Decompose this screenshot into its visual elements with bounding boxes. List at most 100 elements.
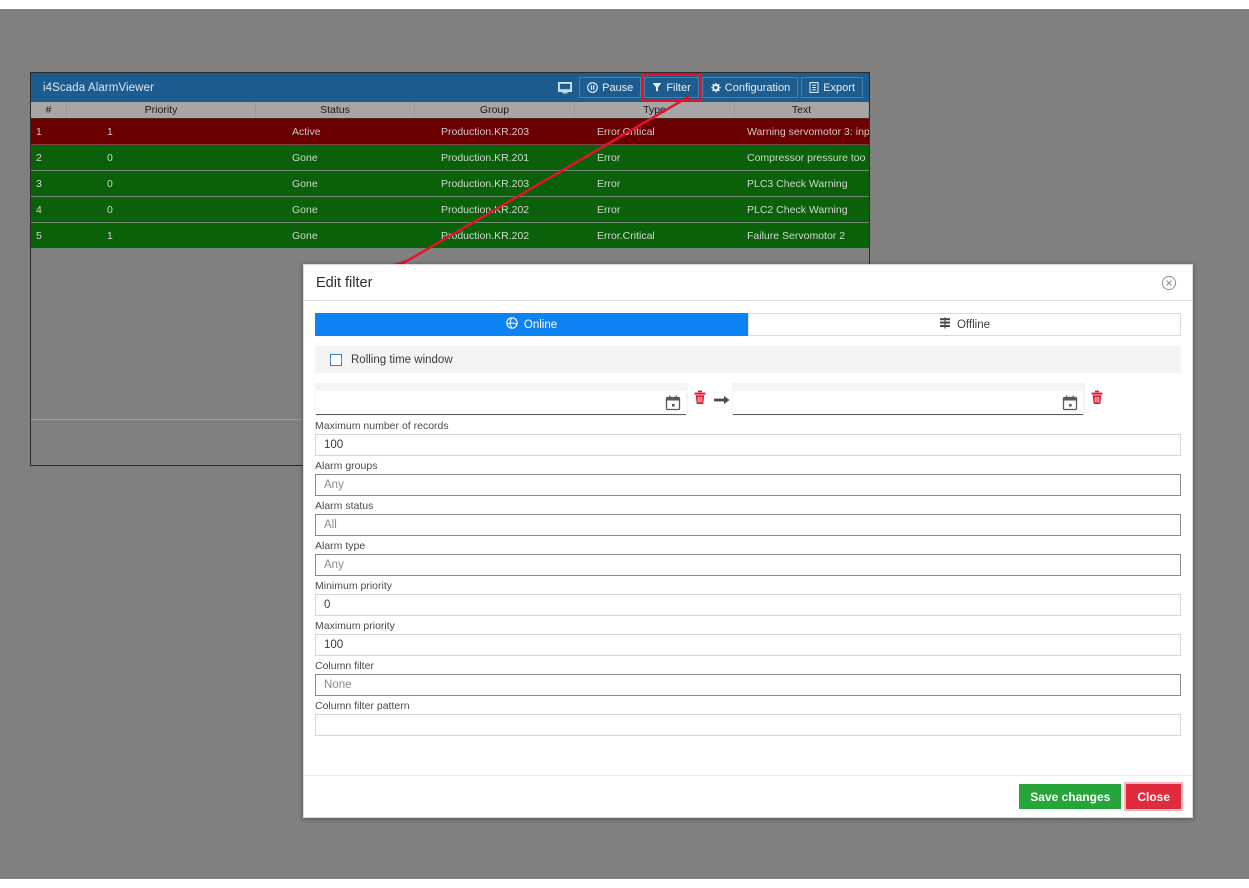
cell-type: Error: [597, 203, 621, 216]
cell-text: PLC2 Check Warning: [747, 203, 848, 216]
rolling-time-window-checkbox[interactable]: [330, 353, 342, 366]
rolling-time-window-row: Rolling time window: [315, 346, 1181, 373]
column-header-type[interactable]: Type: [575, 102, 735, 118]
field-label: Minimum priority: [315, 580, 393, 592]
cell-number: 1: [36, 125, 42, 138]
edit-filter-dialog: Edit filter Online Offline Rolling time …: [303, 264, 1193, 818]
column-filter-pattern-input[interactable]: [315, 714, 1181, 736]
cell-status: Gone: [292, 229, 318, 242]
cell-group: Production.KR.202: [441, 229, 530, 242]
field-label: Alarm groups: [315, 460, 378, 472]
alarm-type-input[interactable]: [315, 554, 1181, 576]
field-label: Alarm type: [315, 540, 366, 552]
cell-number: 5: [36, 229, 42, 242]
tab-online[interactable]: Online: [315, 313, 748, 336]
maximum-priority-input[interactable]: [315, 634, 1181, 656]
configuration-button-label: Configuration: [724, 81, 791, 94]
column-header-group[interactable]: Group: [415, 102, 575, 118]
cell-status: Active: [292, 125, 321, 138]
field-label: Maximum priority: [315, 620, 395, 632]
cell-number: 3: [36, 177, 42, 190]
date-from-input[interactable]: [316, 391, 664, 414]
rolling-time-window-label: Rolling time window: [351, 353, 453, 366]
funnel-icon: [652, 82, 662, 93]
cell-text: PLC3 Check Warning: [747, 177, 848, 190]
date-to-field: [732, 383, 1085, 416]
cell-group: Production.KR.202: [441, 203, 530, 216]
date-to-input[interactable]: [733, 391, 1061, 414]
database-icon: [939, 317, 951, 332]
arrow-right-icon: [712, 383, 732, 416]
cell-type: Error: [597, 151, 621, 164]
tab-offline-label: Offline: [956, 318, 991, 331]
table-row[interactable]: 3 0 Gone Production.KR.203 Error PLC3 Ch…: [31, 171, 869, 197]
pause-icon: [587, 82, 599, 93]
field-label: Column filter pattern: [315, 700, 410, 712]
alarm-status-input[interactable]: [315, 514, 1181, 536]
alarm-viewer-titlebar: i4Scada AlarmViewer Pause Filter Configu…: [31, 73, 869, 102]
export-button[interactable]: Export: [801, 77, 863, 98]
field-label: Alarm status: [315, 500, 374, 512]
cell-status: Gone: [292, 177, 318, 190]
date-range-row: [315, 383, 1181, 416]
cell-priority: 0: [107, 203, 113, 216]
date-from-field: [315, 383, 688, 416]
table-row[interactable]: 4 0 Gone Production.KR.202 Error PLC2 Ch…: [31, 197, 869, 223]
maximum-number-of-records-input[interactable]: [315, 434, 1181, 456]
cell-priority: 0: [107, 177, 113, 190]
cell-priority: 0: [107, 151, 113, 164]
tab-offline[interactable]: Offline: [748, 313, 1181, 336]
cell-type: Error: [597, 177, 621, 190]
column-header-number[interactable]: #: [31, 102, 67, 118]
dialog-header: Edit filter: [304, 265, 1192, 301]
close-button[interactable]: Close: [1124, 782, 1183, 811]
column-header-status[interactable]: Status: [256, 102, 415, 118]
column-header-priority[interactable]: Priority: [67, 102, 256, 118]
dialog-body: Online Offline Rolling time window Maxim…: [304, 301, 1192, 775]
calendar-icon[interactable]: [1061, 394, 1079, 412]
cell-group: Production.KR.201: [441, 151, 530, 164]
cell-type: Error.Critical: [597, 229, 655, 242]
monitor-icon[interactable]: [554, 77, 576, 98]
table-row[interactable]: 2 0 Gone Production.KR.201 Error Compres…: [31, 145, 869, 171]
cell-text: Compressor pressure too low: [747, 151, 869, 164]
field-column-filter: Column filter: [315, 660, 1181, 696]
cell-status: Gone: [292, 203, 318, 216]
trash-icon: [693, 390, 707, 410]
field-alarm-groups: Alarm groups: [315, 460, 1181, 496]
cell-text: Failure Servomotor 2: [747, 229, 846, 242]
cell-number: 4: [36, 203, 42, 216]
tab-online-label: Online: [523, 318, 558, 331]
pause-button[interactable]: Pause: [579, 77, 642, 98]
save-changes-button[interactable]: Save changes: [1019, 784, 1122, 809]
cell-status: Gone: [292, 151, 318, 164]
export-button-label: Export: [823, 81, 855, 94]
configuration-button[interactable]: Configuration: [701, 77, 799, 98]
calendar-icon[interactable]: [664, 394, 682, 412]
filter-button-label: Filter: [666, 81, 691, 94]
cell-number: 2: [36, 151, 42, 164]
trash-icon: [1090, 390, 1104, 410]
column-header-text[interactable]: Text: [735, 102, 869, 118]
online-globe-icon: [506, 317, 518, 332]
field-maximum-number-of-records: Maximum number of records: [315, 420, 1181, 456]
close-circle-icon[interactable]: [1160, 274, 1178, 292]
clear-date-from-button[interactable]: [688, 383, 712, 416]
filter-button[interactable]: Filter: [641, 74, 702, 101]
table-row[interactable]: 1 1 Active Production.KR.203 Error.Criti…: [31, 119, 869, 145]
field-minimum-priority: Minimum priority: [315, 580, 1181, 616]
table-header-row: # Priority Status Group Type Text: [31, 102, 869, 119]
clear-date-to-button[interactable]: [1085, 383, 1109, 416]
alarm-groups-input[interactable]: [315, 474, 1181, 496]
dialog-footer: Save changes Close: [304, 775, 1192, 817]
column-filter-input[interactable]: [315, 674, 1181, 696]
cell-group: Production.KR.203: [441, 125, 530, 138]
pause-button-label: Pause: [602, 81, 634, 94]
cell-priority: 1: [107, 125, 113, 138]
field-maximum-priority: Maximum priority: [315, 620, 1181, 656]
cell-priority: 1: [107, 229, 113, 242]
cell-text: Warning servomotor 3: input pow...: [747, 125, 869, 138]
field-alarm-status: Alarm status: [315, 500, 1181, 536]
table-row[interactable]: 5 1 Gone Production.KR.202 Error.Critica…: [31, 223, 869, 249]
minimum-priority-input[interactable]: [315, 594, 1181, 616]
